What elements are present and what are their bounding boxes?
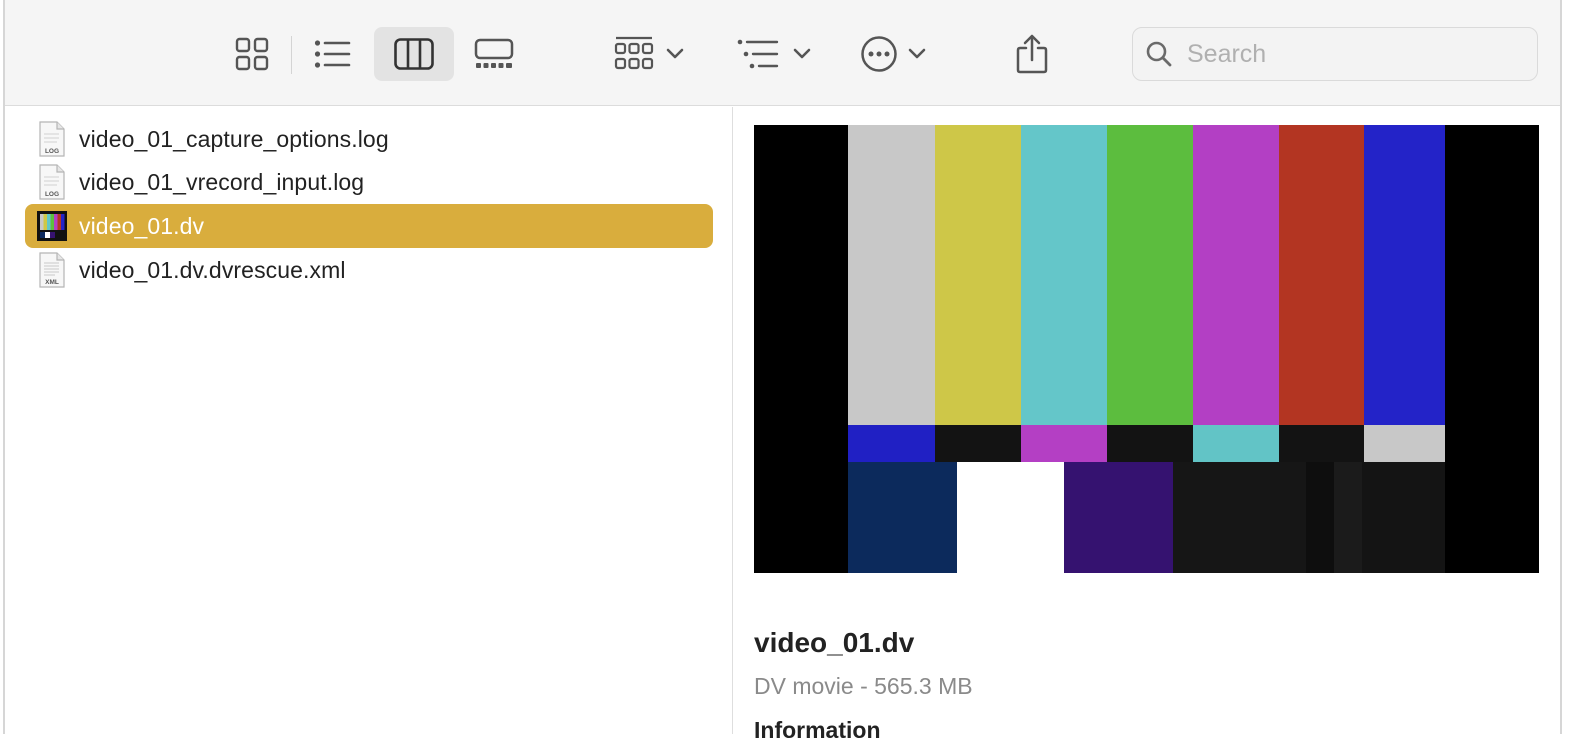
ellipsis-circle-icon: [861, 36, 897, 72]
file-name: video_01_capture_options.log: [79, 125, 389, 152]
sort-list-icon: [737, 39, 779, 69]
group-button[interactable]: [609, 27, 689, 81]
svg-text:LOG: LOG: [45, 148, 59, 155]
gallery-view-button[interactable]: [469, 27, 519, 81]
color-bars-image: [754, 125, 1539, 573]
svg-text:XML: XML: [45, 279, 59, 286]
action-button[interactable]: [855, 27, 931, 81]
toolbar-separator: [291, 36, 292, 74]
file-name: video_01.dv: [79, 212, 205, 239]
search-field[interactable]: [1132, 27, 1538, 81]
sort-button[interactable]: [731, 27, 817, 81]
search-icon: [1146, 41, 1172, 67]
list-item[interactable]: LOG video_01_vrecord_input.log: [25, 160, 713, 204]
video-preview-image[interactable]: [754, 125, 1539, 573]
toolbar: [5, 0, 1560, 106]
chevron-down-icon: [666, 48, 684, 59]
preview-title: video_01.dv: [754, 627, 915, 658]
information-heading: Information: [754, 717, 881, 743]
share-icon: [1016, 34, 1048, 74]
icon-view-button[interactable]: [227, 27, 277, 81]
list-item[interactable]: LOG video_01_capture_options.log: [25, 117, 713, 161]
list-item[interactable]: video_01.dv: [25, 204, 713, 248]
file-column: LOG video_01_capture_options.log LOG vid…: [5, 107, 733, 734]
list-icon: [314, 40, 351, 68]
file-name: video_01_vrecord_input.log: [79, 168, 365, 195]
chevron-down-icon: [793, 48, 811, 59]
column-view-button[interactable]: [374, 27, 454, 81]
svg-text:LOG: LOG: [45, 191, 59, 198]
gallery-icon: [474, 38, 514, 68]
group-grid-icon: [614, 36, 654, 70]
chevron-down-icon: [908, 48, 926, 59]
list-item[interactable]: XML video_01.dv.dvrescue.xml: [25, 248, 713, 292]
grid-icon: [235, 37, 269, 71]
xml-file-icon: XML: [37, 252, 67, 288]
log-file-icon: LOG: [37, 164, 67, 200]
preview-pane: video_01.dv DV movie - 565.3 MB Informat…: [735, 107, 1560, 743]
search-input[interactable]: [1187, 39, 1507, 69]
list-view-button[interactable]: [308, 27, 358, 81]
video-thumbnail-icon: [37, 211, 67, 241]
file-name: video_01.dv.dvrescue.xml: [79, 256, 346, 283]
log-file-icon: LOG: [37, 121, 67, 157]
finder-window: LOG video_01_capture_options.log LOG vid…: [0, 0, 1582, 743]
share-button[interactable]: [1009, 27, 1055, 81]
columns-icon: [394, 38, 434, 70]
preview-kind-size: DV movie - 565.3 MB: [754, 673, 973, 699]
